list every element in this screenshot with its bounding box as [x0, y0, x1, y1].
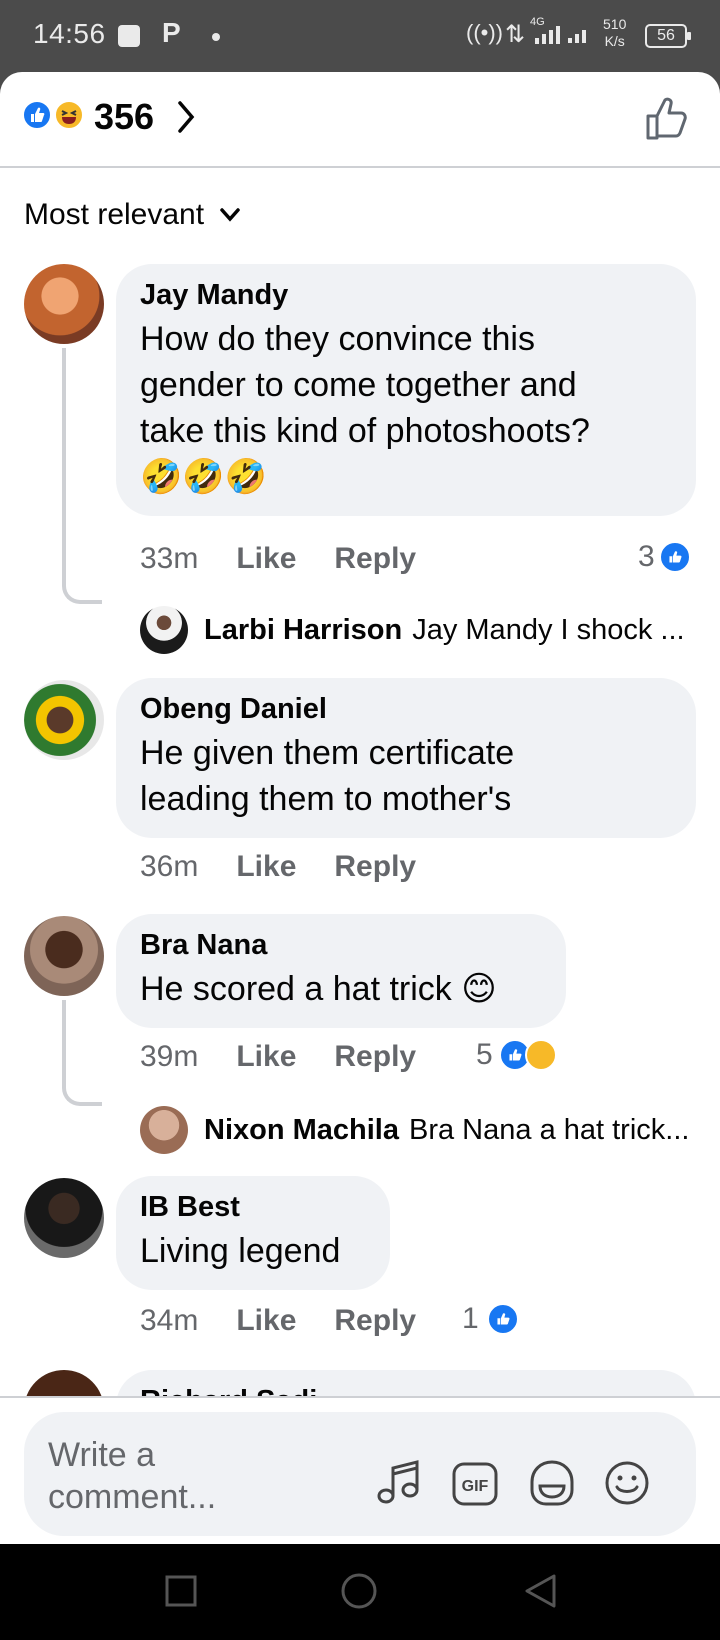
like-button[interactable]: Like	[236, 542, 296, 576]
avatar[interactable]	[24, 1178, 104, 1258]
like-reaction-icon	[486, 1303, 519, 1335]
comment-input[interactable]: Write a comment... GIF	[24, 1412, 696, 1536]
reply-text: Jay Mandy I shock ...	[412, 613, 685, 646]
reply-author: Larbi Harrison	[204, 613, 403, 646]
commenter-name[interactable]: Jay Mandy	[140, 278, 672, 312]
comment-text: He scored a hat trick 😊	[140, 970, 497, 1008]
comment-time: 36m	[140, 850, 199, 883]
reply-button[interactable]: Reply	[334, 1304, 416, 1338]
avatar	[140, 606, 188, 654]
reply-preview[interactable]: Larbi Harrison Jay Mandy I shock ...	[140, 606, 700, 654]
reaction-summary[interactable]: 3	[638, 540, 691, 574]
system-navigation-bar	[0, 1544, 720, 1640]
comment-bubble[interactable]: Bra Nana He scored a hat trick 😊	[116, 914, 566, 1028]
like-button[interactable]: Like	[236, 1040, 296, 1074]
recent-apps-button[interactable]	[164, 1574, 198, 1613]
signal-2-icon	[568, 30, 586, 43]
sort-label: Most relevant	[24, 198, 205, 231]
like-reaction-icon	[22, 100, 52, 130]
avatar[interactable]	[24, 264, 104, 344]
reaction-count: 3	[638, 540, 655, 573]
more-notifications-dot	[212, 33, 220, 41]
data-arrows-icon: ⇅	[505, 21, 526, 48]
comment-text: He given them certificate leading them t…	[140, 734, 515, 818]
avatar[interactable]	[24, 680, 104, 760]
status-bar: 14:56 P ((•)) ⇅ 4G 510 K/s 56	[0, 0, 720, 72]
avatar	[140, 1106, 188, 1154]
reply-button[interactable]: Reply	[334, 542, 416, 576]
comment-time: 33m	[140, 542, 199, 575]
back-button[interactable]	[522, 1572, 558, 1615]
comment-bubble[interactable]: Obeng Daniel He given them certificate l…	[116, 678, 696, 838]
phone-screen: 14:56 P ((•)) ⇅ 4G 510 K/s 56 356 Most r…	[0, 0, 720, 1640]
reply-button[interactable]: Reply	[334, 1040, 416, 1074]
app-notification-icon: P	[162, 17, 181, 48]
reply-thread-line	[62, 1000, 102, 1106]
commenter-name[interactable]: Obeng Daniel	[140, 692, 672, 726]
reaction-count: 1	[462, 1302, 479, 1335]
reply-button[interactable]: Reply	[334, 850, 416, 884]
haha-reaction-icon	[524, 1039, 557, 1071]
sticker-icon[interactable]	[528, 1460, 576, 1511]
comment-time: 39m	[140, 1040, 199, 1073]
like-reaction-icon	[658, 541, 691, 573]
like-post-button[interactable]	[644, 96, 690, 147]
notification-icon	[118, 25, 140, 47]
sort-dropdown[interactable]: Most relevant	[24, 198, 240, 232]
avatar[interactable]	[24, 916, 104, 996]
reply-text: Bra Nana a hat trick...	[409, 1113, 690, 1146]
chevron-down-icon	[220, 208, 240, 222]
comment-bubble[interactable]: Jay Mandy How do they convince this gend…	[116, 264, 696, 516]
signal-icon	[535, 26, 560, 44]
gif-icon[interactable]: GIF	[452, 1462, 498, 1511]
battery-icon: 56	[645, 24, 691, 48]
reactions-header: 356	[0, 72, 720, 168]
commenter-name[interactable]: IB Best	[140, 1190, 366, 1224]
reaction-count: 5	[476, 1038, 493, 1071]
comment-text: Living legend	[140, 1232, 341, 1270]
comment-actions: 34m Like Reply	[140, 1304, 416, 1338]
reply-thread-line	[62, 348, 102, 604]
network-speed: 510 K/s	[603, 16, 627, 49]
status-time: 14:56	[33, 18, 106, 49]
chevron-right-icon[interactable]	[176, 99, 196, 140]
comment-time: 34m	[140, 1304, 199, 1337]
reply-preview[interactable]: Nixon Machila Bra Nana a hat trick...	[140, 1106, 700, 1154]
reaction-count[interactable]: 356	[94, 96, 154, 138]
comment-bubble[interactable]: IB Best Living legend	[116, 1176, 390, 1290]
reaction-summary[interactable]: 5	[476, 1038, 557, 1072]
comment-placeholder: Write a comment...	[48, 1436, 217, 1516]
comment-actions: 36m Like Reply	[140, 850, 416, 884]
music-note-icon[interactable]	[376, 1458, 420, 1511]
like-button[interactable]: Like	[236, 1304, 296, 1338]
commenter-name[interactable]: Bra Nana	[140, 928, 542, 962]
comment-actions: 33m Like Reply	[140, 542, 416, 576]
reply-author: Nixon Machila	[204, 1113, 399, 1146]
reaction-summary[interactable]: 1	[462, 1302, 519, 1336]
comment-actions: 39m Like Reply	[140, 1040, 416, 1074]
svg-text:GIF: GIF	[462, 1478, 489, 1495]
comment-text: How do they convince this gender to come…	[140, 320, 590, 496]
home-button[interactable]	[340, 1572, 378, 1615]
haha-reaction-icon	[54, 100, 84, 130]
hotspot-icon: ((•))	[466, 20, 504, 45]
comments-sheet: 356 Most relevant Jay Mandy How do they …	[0, 72, 720, 1544]
emoji-icon[interactable]	[604, 1460, 650, 1511]
like-button[interactable]: Like	[236, 850, 296, 884]
comment-composer: Write a comment... GIF	[0, 1396, 720, 1544]
